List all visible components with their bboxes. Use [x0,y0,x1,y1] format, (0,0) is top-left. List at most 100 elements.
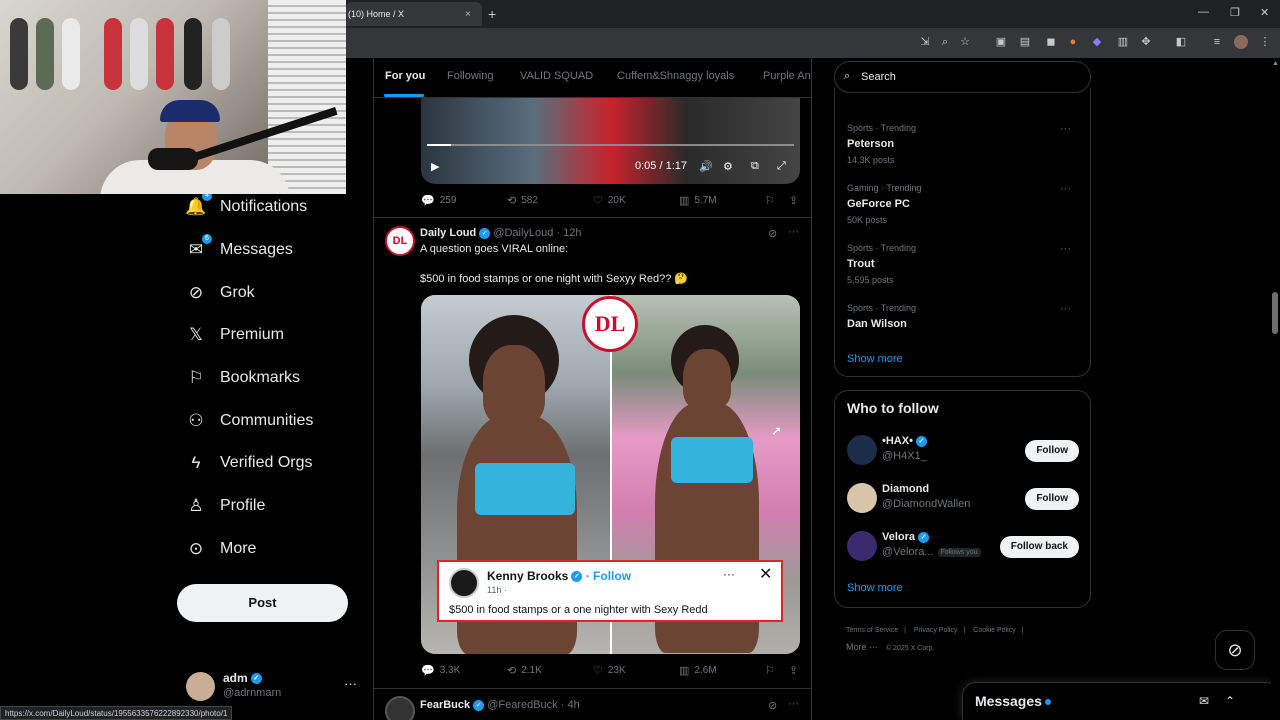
suggested-account[interactable]: Diamond @DiamondWallen Follow [847,481,1079,515]
reply-button[interactable]: 💬 259 [421,194,456,207]
play-icon[interactable]: ▶ [431,160,439,173]
bookmark-button[interactable]: ⚐ [765,194,780,207]
tab-cuffem[interactable]: Cuffem&Shnaggy loyals [617,70,734,82]
avatar[interactable] [385,696,415,720]
more-link[interactable]: More ··· [846,642,878,652]
profile-icon[interactable] [1234,35,1248,49]
sidebar-item-notifications[interactable]: 🔔 4 Notifications [185,191,307,222]
sidebar-item-premium[interactable]: 𝕏 Premium [186,320,284,350]
sidebar-item-communities[interactable]: ⚇ Communities [186,406,313,436]
extension-icon[interactable]: ▤ [1018,35,1032,49]
follow-button[interactable]: Follow [1025,488,1079,510]
avatar[interactable] [847,531,877,561]
more-icon[interactable]: ··· [1060,123,1071,135]
close-window-button[interactable]: ✕ [1260,6,1269,19]
share-button[interactable]: ⇪ [789,194,803,207]
zoom-icon[interactable]: ⌕ [938,35,952,49]
media-icon[interactable]: ≡ [1210,35,1224,49]
scrollbar-thumb[interactable] [1272,292,1278,334]
extension-icon[interactable]: ◼ [1044,35,1058,49]
tweet-time[interactable]: · 4h [561,699,580,711]
new-tab-button[interactable]: + [488,6,496,22]
settings-icon[interactable]: ⚙ [723,160,733,173]
trend-item[interactable]: Sports · Trending Trout 5,595 posts ··· [847,243,1077,285]
more-icon[interactable]: ··· [1060,183,1071,195]
tab-close-icon[interactable]: × [465,9,471,20]
privacy-link[interactable]: Privacy Policy [914,627,958,634]
sidebar-item-bookmarks[interactable]: ⚐ Bookmarks [186,363,300,393]
like-button[interactable]: ♡ 23K [593,664,626,677]
bookmark-button[interactable]: ⚐ [765,664,780,677]
sidepanel-icon[interactable]: ◧ [1174,35,1188,49]
follow-button[interactable]: Follow [1025,440,1079,462]
more-icon[interactable]: ··· [788,226,799,238]
author-handle[interactable]: @FearedBuck [487,699,557,711]
cookie-link[interactable]: Cookie Policy [973,627,1015,634]
extension-icon[interactable]: ▣ [994,35,1008,49]
menu-icon[interactable]: ⋮ [1258,35,1272,49]
tab-purple[interactable]: Purple An [763,70,811,82]
video-player[interactable]: ▶ 0:05 / 1:17 🔊 ⚙ ⧉ ⤢ [421,98,800,184]
more-icon[interactable]: ··· [344,676,357,691]
tab-for-you[interactable]: For you [385,70,425,82]
puzzle-icon[interactable]: ✥ [1139,35,1153,49]
show-more-link[interactable]: Show more [847,582,903,594]
who-to-follow-title: Who to follow [847,400,939,416]
reply-button[interactable]: 💬 3.3K [421,664,460,677]
compose-message-icon[interactable]: ✉ [1199,694,1209,708]
expand-icon[interactable]: ⌃ [1225,694,1235,708]
views-button[interactable]: ▥ 5.7M [679,194,717,207]
extension-icon[interactable]: ▥ [1116,35,1130,49]
pip-icon[interactable]: ⧉ [751,160,759,173]
sidebar-item-messages[interactable]: ✉ 6 Messages [186,234,293,265]
trend-item[interactable]: Sports · Trending Dan Wilson ··· [847,303,1077,330]
grok-icon[interactable]: ⊘ [768,227,777,240]
star-icon[interactable]: ☆ [958,35,972,49]
account-switcher[interactable]: adm ✓ @adrnmarn ··· [186,670,366,704]
tab-following[interactable]: Following [447,70,493,82]
like-button[interactable]: ♡ 20K [593,194,626,207]
tab-valid-squad[interactable]: VALID SQUAD [520,70,593,82]
fullscreen-icon[interactable]: ⤢ [777,160,786,173]
follow-back-button[interactable]: Follow back [999,536,1079,558]
sidebar-item-verified-orgs[interactable]: ϟ Verified Orgs [186,448,313,478]
browser-tab[interactable]: (10) Home / X × [346,2,482,26]
page-scrollbar[interactable] [1271,58,1280,720]
author-name[interactable]: FearBuck [420,699,470,711]
avatar[interactable] [847,483,877,513]
suggested-account[interactable]: Velora ✓ @Velora... Follows you Follow bac… [847,529,1079,563]
avatar[interactable] [847,435,877,465]
more-icon[interactable]: ··· [1060,303,1071,315]
author-name[interactable]: Daily Loud [420,227,476,239]
install-icon[interactable]: ⇲ [918,35,932,49]
share-button[interactable]: ⇪ [789,664,803,677]
repost-button[interactable]: ⟲ 2.1K [507,664,542,677]
video-progress-bar[interactable] [427,144,794,146]
post-button[interactable]: Post [177,584,348,622]
views-button[interactable]: ▥ 2.6M [679,664,717,677]
messages-drawer[interactable]: Messages ✉ ⌃ [962,682,1280,720]
extension-icon[interactable]: ● [1066,35,1080,49]
terms-link[interactable]: Terms of Service [846,627,898,634]
volume-icon[interactable]: 🔊 [699,160,713,173]
tweet-time[interactable]: · 12h [556,227,581,239]
grok-icon[interactable]: ⊘ [768,699,777,712]
trend-item[interactable]: Sports · Trending Peterson 14.3K posts ·… [847,123,1077,165]
trend-item[interactable]: Gaming · Trending GeForce PC 50K posts ·… [847,183,1077,225]
sidebar-item-profile[interactable]: ♙ Profile [186,491,265,521]
suggested-account[interactable]: •HAX• ✓ @H4X1_ Follow [847,433,1079,467]
sidebar-item-grok[interactable]: ⊘ Grok [186,278,255,308]
extension-icon[interactable]: ◆ [1090,35,1104,49]
more-icon[interactable]: ··· [1060,243,1071,255]
tweet-image[interactable]: DL Kenny Brooks ✓ · Follow 11h · ··· ✕ $5… [421,295,800,654]
scroll-up-arrow[interactable]: ▲ [1272,60,1279,67]
more-icon[interactable]: ··· [788,698,799,710]
avatar[interactable]: DL [385,226,415,256]
repost-button[interactable]: ⟲ 582 [507,194,538,207]
minimize-button[interactable]: — [1198,6,1209,18]
show-more-link[interactable]: Show more [847,353,903,365]
sidebar-item-more[interactable]: ⊙ More [186,534,257,564]
maximize-button[interactable]: ❐ [1230,6,1240,19]
grok-button[interactable]: ⊘ [1215,630,1255,670]
author-handle[interactable]: @DailyLoud [493,227,553,239]
